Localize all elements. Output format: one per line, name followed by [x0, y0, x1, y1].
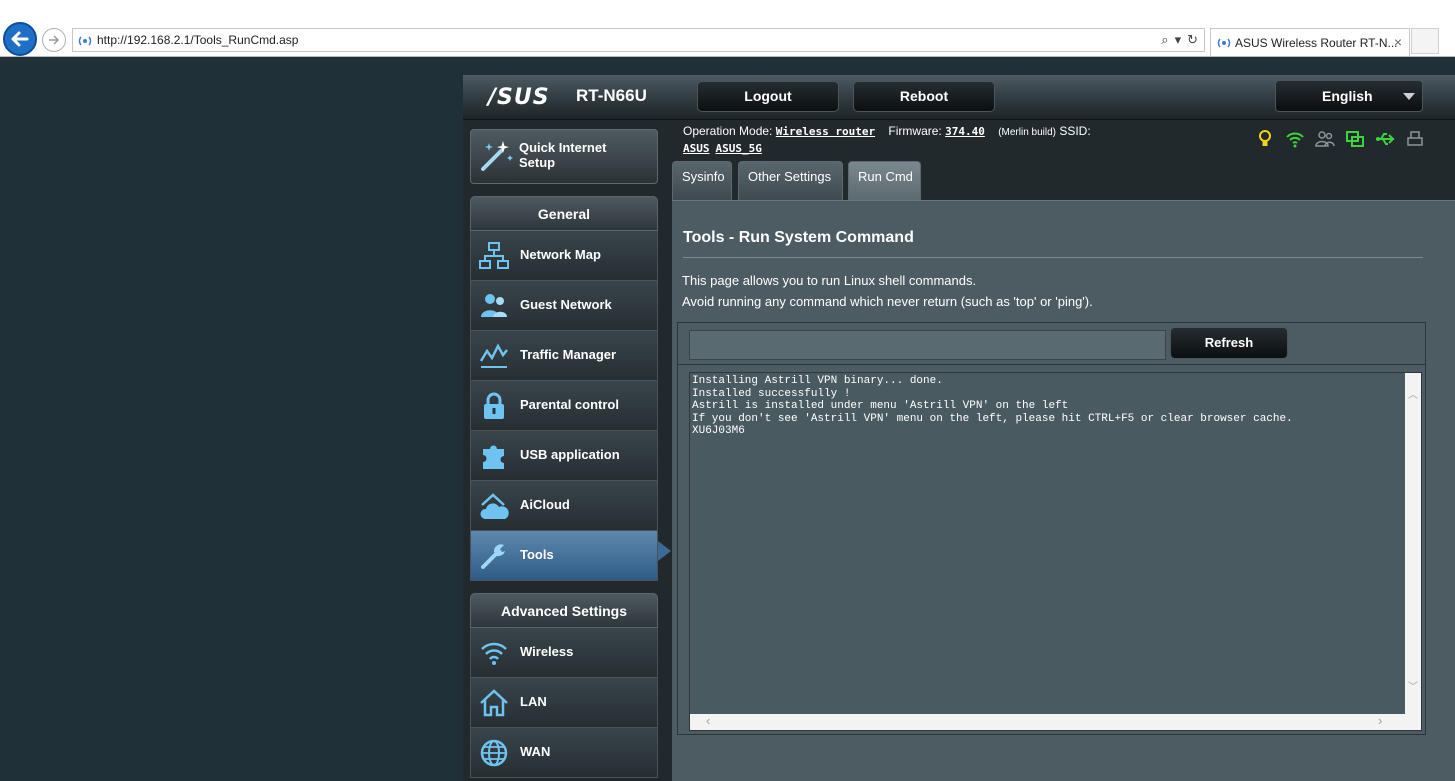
scroll-down-icon[interactable]: ﹀ [1408, 683, 1418, 693]
wan-status-icon[interactable] [1345, 129, 1365, 149]
active-item-pointer [658, 541, 671, 561]
cloud-house-icon [480, 493, 509, 519]
refresh-button[interactable]: Refresh [1170, 327, 1288, 359]
lock-icon [484, 392, 504, 419]
asus-logo: /SUS [488, 85, 550, 110]
logout-button[interactable]: Logout [697, 81, 839, 112]
guest-network-icon [481, 294, 507, 317]
house-icon [480, 689, 508, 717]
sidebar-item-aicloud[interactable]: AiCloud [470, 481, 658, 531]
general-header: General [470, 196, 658, 231]
url-text: http://192.168.2.1/Tools_RunCmd.asp [97, 33, 299, 47]
sidebar-item-label: Traffic Manager [520, 347, 617, 362]
tab-sysinfo[interactable]: Sysinfo [672, 161, 732, 200]
command-input[interactable] [689, 330, 1166, 360]
sidebar-item-lan[interactable]: LAN [470, 678, 658, 728]
command-panel: Refresh Installing Astrill VPN binary...… [677, 322, 1426, 735]
horizontal-scrollbar[interactable]: ‹ › [690, 714, 1421, 730]
tab-run-cmd[interactable]: Run Cmd [848, 161, 921, 200]
quick-internet-setup-button[interactable]: Quick Internet Setup [470, 129, 658, 184]
back-button[interactable] [3, 22, 37, 56]
ssid-link[interactable]: ASUS [683, 142, 710, 155]
sidebar-item-label: Tools [520, 547, 554, 562]
top-banner: /SUS RT-N66U Logout Reboot English [463, 75, 1455, 120]
site-favicon-icon [78, 36, 92, 46]
globe-icon [480, 739, 508, 767]
tab-title: ASUS Wireless Router RT-N... [1235, 36, 1398, 50]
language-select[interactable]: English [1275, 80, 1423, 112]
scroll-up-icon[interactable]: ︿ [1408, 391, 1418, 401]
lightbulb-icon[interactable] [1255, 129, 1275, 149]
firmware-link[interactable]: 374.40 [945, 125, 985, 138]
panel-divider [678, 364, 1425, 365]
search-icon[interactable]: ⌕ [1161, 32, 1168, 48]
magic-wand-icon [481, 141, 513, 171]
clients-icon[interactable] [1315, 129, 1335, 149]
sidebar-item-label: Wireless [520, 644, 574, 659]
traffic-manager-icon [479, 343, 508, 368]
sidebar-item-label: WAN [520, 744, 551, 759]
scroll-right-icon[interactable]: › [1378, 714, 1382, 727]
forward-button[interactable] [42, 28, 66, 52]
sidebar-item-traffic-manager[interactable]: Traffic Manager [470, 331, 658, 381]
description-line: Avoid running any command which never re… [682, 294, 1093, 309]
model-name: RT-N66U [576, 86, 647, 105]
sidebar-item-usb-application[interactable]: USB application [470, 431, 658, 481]
status-icons [1255, 129, 1425, 149]
arrow-left-icon [11, 31, 29, 47]
scrollbar-corner [1405, 714, 1421, 730]
vertical-scrollbar[interactable]: ︿ ﹀ [1405, 373, 1421, 714]
description-line: This page allows you to run Linux shell … [682, 273, 977, 288]
router-frame: /SUS RT-N66U Logout Reboot English Quick… [463, 75, 1455, 781]
ssid-list: ASUS ASUS_5G [683, 142, 768, 155]
ssid-link[interactable]: ASUS_5G [716, 142, 762, 155]
advanced-settings-header: Advanced Settings [470, 593, 658, 628]
puzzle-icon [483, 445, 504, 469]
scroll-left-icon[interactable]: ‹ [706, 714, 710, 727]
page-title: Tools - Run System Command [683, 229, 914, 246]
title-divider [683, 257, 1423, 258]
sidebar-item-network-map[interactable]: Network Map [470, 231, 658, 281]
dropdown-icon[interactable]: ▾ [1175, 32, 1182, 48]
sidebar-item-label: Network Map [520, 247, 601, 262]
qis-label: Quick Internet Setup [519, 140, 607, 170]
usb-icon[interactable] [1375, 129, 1395, 149]
new-tab-button[interactable] [1411, 28, 1439, 54]
printer-icon[interactable] [1405, 129, 1425, 149]
tab-other-settings[interactable]: Other Settings [738, 161, 843, 200]
reboot-button[interactable]: Reboot [853, 81, 995, 112]
tab-favicon-icon [1217, 38, 1231, 48]
ssid-label: SSID: [1059, 124, 1091, 138]
sidebar-item-tools[interactable]: Tools [470, 531, 658, 581]
arrow-right-icon [49, 35, 60, 45]
language-value: English [1322, 88, 1373, 104]
sidebar-item-label: LAN [520, 694, 547, 709]
sidebar-item-label: Parental control [520, 397, 619, 412]
firmware-label: Firmware: [888, 124, 942, 138]
output-text: Installing Astrill VPN binary... done. I… [692, 375, 1293, 438]
command-output[interactable]: Installing Astrill VPN binary... done. I… [689, 372, 1422, 731]
build-note: (Merlin build) [998, 127, 1056, 138]
wrench-icon [481, 544, 505, 569]
operation-mode-label: Operation Mode: [683, 124, 773, 138]
caret-down-icon [1403, 93, 1415, 100]
wifi-status-icon[interactable] [1285, 129, 1305, 149]
address-bar[interactable]: http://192.168.2.1/Tools_RunCmd.asp ⌕ ▾ … [72, 28, 1205, 52]
network-map-icon [479, 242, 509, 269]
browser-chrome: http://192.168.2.1/Tools_RunCmd.asp ⌕ ▾ … [0, 0, 1455, 57]
browser-tab[interactable]: ASUS Wireless Router RT-N... × [1210, 28, 1410, 56]
sidebar-item-wireless[interactable]: Wireless [470, 628, 658, 678]
sidebar-item-label: Guest Network [520, 297, 612, 312]
sidebar-item-label: AiCloud [520, 497, 570, 512]
sidebar-item-label: USB application [520, 447, 620, 462]
sidebar-item-guest-network[interactable]: Guest Network [470, 281, 658, 331]
sidebar-item-wan[interactable]: WAN [470, 728, 658, 778]
main-content: Tools - Run System Command This page all… [672, 200, 1455, 781]
wifi-icon [481, 642, 507, 665]
refresh-icon[interactable]: ↻ [1187, 32, 1198, 48]
operation-mode-link[interactable]: Wireless router [776, 125, 875, 138]
close-tab-icon[interactable]: × [1394, 34, 1402, 50]
status-line: Operation Mode: Wireless router Firmware… [683, 124, 1091, 138]
sidebar-item-parental-control[interactable]: Parental control [470, 381, 658, 431]
